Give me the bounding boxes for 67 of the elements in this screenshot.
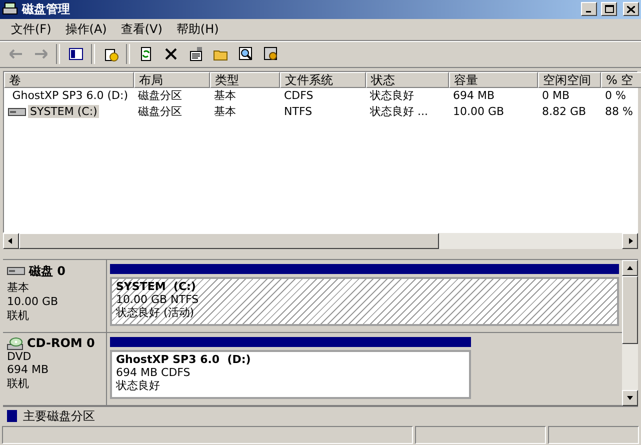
- right-arrow-icon: [626, 236, 634, 245]
- table-cell-text: 基本: [213, 88, 237, 104]
- table-cell-text: 8.82 GB: [541, 105, 588, 118]
- partition-block[interactable]: SYSTEM (C:) 10.00 GB NTFS 状态良好 (活动): [110, 264, 619, 326]
- column-header[interactable]: 容量: [449, 72, 538, 88]
- partition-status: 状态良好: [116, 378, 161, 392]
- disk-type: DVD: [7, 350, 32, 363]
- down-arrow-icon: [626, 394, 634, 402]
- table-cell-text: 磁盘分区: [137, 104, 183, 120]
- table-cell-text: 10.00 GB: [452, 105, 506, 118]
- menu-item[interactable]: 查看(V): [114, 18, 170, 40]
- menu-item[interactable]: 帮助(H): [169, 18, 226, 40]
- column-header[interactable]: % 空: [601, 72, 641, 88]
- help-icon: [102, 46, 118, 62]
- table-cell-text: CDFS: [283, 89, 314, 102]
- volume-row[interactable]: GhostXP SP3 6.0 (D:) 磁盘分区 基本 CDFS 状态良好 694 MB 0 MB 0 %: [4, 88, 637, 104]
- settings-icon: [262, 46, 278, 62]
- panel-toggle-icon: [68, 46, 84, 62]
- maximize-icon: [604, 5, 614, 14]
- volume-name: SYSTEM (C:): [28, 105, 100, 118]
- disk-name: 磁盘 0: [29, 262, 66, 280]
- close-icon: [627, 6, 635, 13]
- close-button[interactable]: [623, 2, 639, 16]
- disk-size: 694 MB: [7, 362, 50, 376]
- partition-detail: 694 MB CDFS: [116, 366, 192, 379]
- table-cell-text: 0 MB: [541, 89, 571, 102]
- table-cell-text: 88 %: [604, 105, 634, 118]
- column-header[interactable]: 状态: [366, 72, 449, 88]
- minimize-button[interactable]: [581, 2, 597, 16]
- column-header[interactable]: 文件系统: [280, 72, 366, 88]
- partition-title: GhostXP SP3 6.0 (D:): [116, 352, 252, 366]
- menu-item[interactable]: 操作(A): [58, 18, 114, 40]
- partition-detail: 10.00 GB NTFS: [116, 292, 200, 306]
- cd-drive-icon: [7, 336, 23, 350]
- app-icon: [2, 2, 18, 16]
- table-cell-text: 磁盘分区: [137, 88, 183, 104]
- table-cell-text: 状态良好 ...: [369, 104, 429, 120]
- column-header[interactable]: 类型: [210, 72, 280, 88]
- horizontal-scrollbar[interactable]: [3, 232, 638, 249]
- properties-icon: [188, 46, 204, 62]
- legend-label: 主要磁盘分区: [23, 408, 95, 425]
- disk-size: 10.00 GB: [7, 294, 60, 308]
- vertical-scrollbar[interactable]: [622, 260, 638, 406]
- table-cell-text: 基本: [213, 104, 237, 120]
- column-header[interactable]: 布局: [134, 72, 210, 88]
- up-arrow-icon: [626, 264, 634, 272]
- volume-name: GhostXP SP3 6.0 (D:): [11, 89, 129, 102]
- column-header[interactable]: 空闲空间: [538, 72, 601, 88]
- disk-status: 联机: [7, 376, 30, 391]
- magnifier-icon: [238, 46, 254, 62]
- menu-item[interactable]: 文件(F): [4, 18, 58, 40]
- partition-status: 状态良好 (活动): [116, 306, 196, 319]
- partition-block[interactable]: GhostXP SP3 6.0 (D:) 694 MB CDFS 状态良好: [110, 336, 472, 399]
- column-header[interactable]: 卷: [4, 72, 134, 88]
- disk-type: 基本: [7, 280, 30, 295]
- table-cell-text: NTFS: [283, 105, 314, 118]
- left-arrow-icon: [7, 236, 15, 245]
- disk-name: CD-ROM 0: [27, 336, 95, 350]
- volume-row[interactable]: SYSTEM (C:) 磁盘分区 基本 NTFS 状态良好 ... 10.00 GB 8.82 GB 88 %: [4, 104, 637, 120]
- table-cell-text: 状态良好: [369, 88, 415, 104]
- partition-title: SYSTEM (C:): [116, 280, 197, 293]
- maximize-button[interactable]: [601, 2, 617, 16]
- window-title: 磁盘管理: [22, 0, 71, 18]
- delete-icon: [162, 46, 178, 62]
- table-cell-text: 694 MB: [452, 89, 496, 102]
- disk-status: 联机: [7, 308, 30, 323]
- table-cell-text: 0 %: [604, 89, 627, 102]
